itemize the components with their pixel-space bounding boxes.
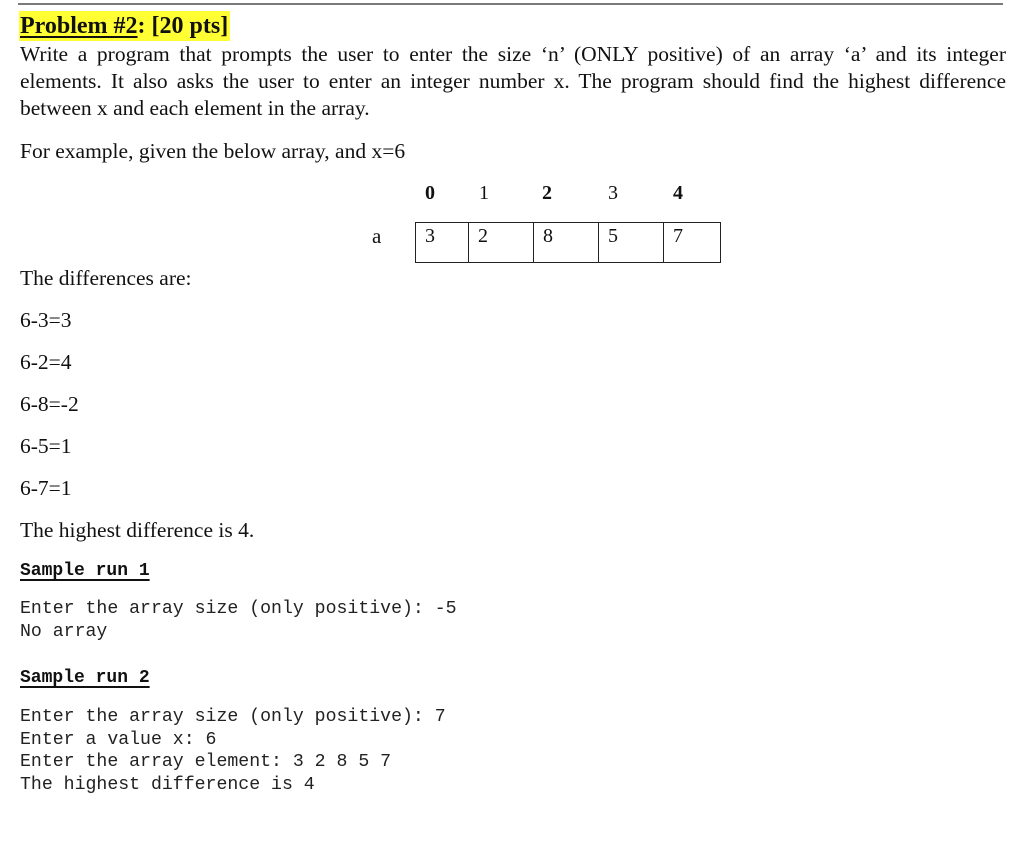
difference-line: 6-8=-2 — [20, 392, 79, 416]
problem-description: Write a program that prompts the user to… — [20, 42, 1006, 120]
array-cell: 7 — [663, 223, 720, 262]
sample-run-2-output: Enter the array size (only positive): 7E… — [20, 706, 446, 796]
highest-difference-conclusion: The highest difference is 4. — [20, 518, 255, 542]
console-line: Enter the array size (only positive): 7 — [20, 707, 446, 727]
difference-line: 6-5=1 — [20, 434, 72, 458]
console-line: The highest difference is 4 — [20, 774, 315, 795]
console-line: No array — [20, 621, 108, 642]
problem-title-number: Problem #2 — [20, 13, 138, 39]
example-intro: For example, given the below array, and … — [20, 139, 406, 163]
sample-run-1-output: Enter the array size (only positive): -5… — [20, 598, 457, 643]
array-cell: 2 — [468, 223, 533, 262]
array-name-label: a — [372, 224, 382, 248]
array-index-1: 1 — [479, 182, 489, 204]
difference-line: 6-2=4 — [20, 350, 72, 374]
differences-heading: The differences are: — [20, 266, 192, 290]
console-line: Enter the array size (only positive): -5 — [20, 599, 457, 619]
problem-title-points: : [20 pts] — [137, 13, 229, 39]
difference-line: 6-7=1 — [20, 476, 72, 500]
array-cell: 5 — [598, 223, 663, 262]
array-index-4: 4 — [673, 182, 683, 204]
example-array-table: 3 2 8 5 7 — [415, 222, 721, 263]
difference-line: 6-3=3 — [20, 308, 72, 332]
console-line: Enter the array element: 3 2 8 5 7 — [20, 752, 392, 772]
array-index-2: 2 — [542, 182, 552, 204]
top-horizontal-rule — [18, 3, 1003, 5]
sample-run-2-heading: Sample run 2 — [20, 668, 150, 688]
array-index-3: 3 — [608, 182, 618, 204]
array-cell: 8 — [533, 223, 598, 262]
problem-title: Problem #2: [20 pts] — [19, 11, 231, 41]
array-index-0: 0 — [425, 182, 435, 204]
array-cell: 3 — [425, 225, 435, 247]
sample-run-1-heading: Sample run 1 — [20, 561, 150, 581]
console-line: Enter a value x: 6 — [20, 729, 217, 750]
